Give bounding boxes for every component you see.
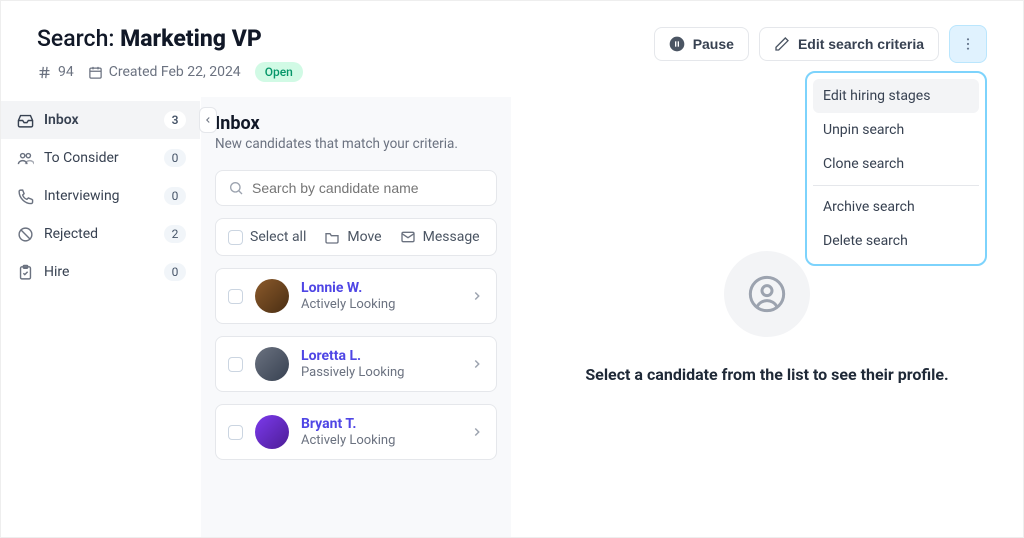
hash-icon [37,65,52,80]
stage-sidebar: Inbox 3 To Consider 0 Interviewing 0 Rej… [1,97,201,537]
inbox-icon [17,112,34,129]
created-label: Created Feb 22, 2024 [109,64,241,80]
clipboard-check-icon [17,264,34,281]
move-label: Move [347,229,381,245]
empty-state-text: Select a candidate from the list to see … [585,365,948,384]
page-title: Marketing VP [120,25,262,52]
pause-button[interactable]: Pause [654,27,749,61]
more-actions-menu: Edit hiring stages Unpin search Clone se… [805,71,987,266]
users-icon [17,150,34,167]
created-date: Created Feb 22, 2024 [88,64,241,80]
candidate-status: Actively Looking [301,297,458,312]
pause-icon [669,36,685,52]
candidate-name: Bryant T. [301,416,458,432]
search-icon [228,180,244,196]
candidate-list-pane: Inbox New candidates that match your cri… [201,97,511,537]
title-prefix: Search: [37,25,114,52]
sidebar-item-label: Rejected [44,226,154,242]
sidebar-item-inbox[interactable]: Inbox 3 [1,101,200,139]
page-header: Search: Marketing VP 94 Created Feb 22, … [1,1,1023,96]
more-actions-button[interactable] [949,25,987,63]
sidebar-item-to-consider[interactable]: To Consider 0 [1,139,200,177]
menu-separator [813,185,979,186]
candidate-count: 94 [37,64,74,80]
candidate-search[interactable] [215,170,497,206]
status-badge: Open [255,62,303,82]
sidebar-item-label: Interviewing [44,188,154,204]
search-input[interactable] [252,180,484,196]
sidebar-item-hire[interactable]: Hire 0 [1,253,200,291]
candidate-card[interactable]: Bryant T. Actively Looking [215,404,497,460]
sidebar-item-count: 0 [164,149,186,167]
chevron-right-icon [470,357,484,371]
menu-delete[interactable]: Delete search [813,224,979,258]
chevron-left-icon [203,115,213,125]
sidebar-item-rejected[interactable]: Rejected 2 [1,215,200,253]
mail-icon [400,229,416,245]
menu-edit-stages[interactable]: Edit hiring stages [813,79,979,113]
candidate-card[interactable]: Loretta L. Passively Looking [215,336,497,392]
menu-archive[interactable]: Archive search [813,190,979,224]
avatar [255,347,289,381]
ban-icon [17,226,34,243]
candidate-checkbox[interactable] [228,357,243,372]
menu-unpin[interactable]: Unpin search [813,113,979,147]
candidate-status: Passively Looking [301,365,458,380]
edit-criteria-button[interactable]: Edit search criteria [759,27,939,61]
chevron-right-icon [470,289,484,303]
list-subtitle: New candidates that match your criteria. [215,136,497,152]
list-title: Inbox [215,113,497,134]
phone-icon [17,188,34,205]
empty-state-icon-wrap [724,251,810,337]
menu-clone[interactable]: Clone search [813,147,979,181]
chevron-right-icon [470,425,484,439]
select-all-label: Select all [250,229,306,245]
candidate-card[interactable]: Lonnie W. Actively Looking [215,268,497,324]
count-value: 94 [58,64,74,80]
sidebar-item-label: Inbox [44,112,154,128]
checkbox-icon [228,230,243,245]
message-label: Message [423,229,480,245]
avatar [255,279,289,313]
avatar [255,415,289,449]
bulk-actions-bar: Select all Move Message [215,218,497,256]
sidebar-item-count: 0 [164,263,186,281]
candidate-name: Loretta L. [301,348,458,364]
sidebar-item-label: Hire [44,264,154,280]
folder-icon [324,229,340,245]
sidebar-item-count: 3 [164,111,186,129]
sidebar-item-count: 2 [164,225,186,243]
sidebar-item-interviewing[interactable]: Interviewing 0 [1,177,200,215]
pencil-icon [774,36,790,52]
user-circle-icon [747,274,787,314]
candidate-checkbox[interactable] [228,289,243,304]
candidate-status: Actively Looking [301,433,458,448]
kebab-icon [960,36,976,52]
candidate-checkbox[interactable] [228,425,243,440]
pause-label: Pause [693,36,734,52]
collapse-sidebar-button[interactable] [199,107,217,133]
move-button[interactable]: Move [324,229,381,245]
sidebar-item-label: To Consider [44,150,154,166]
select-all-toggle[interactable]: Select all [228,229,306,245]
edit-criteria-label: Edit search criteria [798,36,924,52]
sidebar-item-count: 0 [164,187,186,205]
calendar-icon [88,65,103,80]
candidate-name: Lonnie W. [301,280,458,296]
message-button[interactable]: Message [400,229,480,245]
